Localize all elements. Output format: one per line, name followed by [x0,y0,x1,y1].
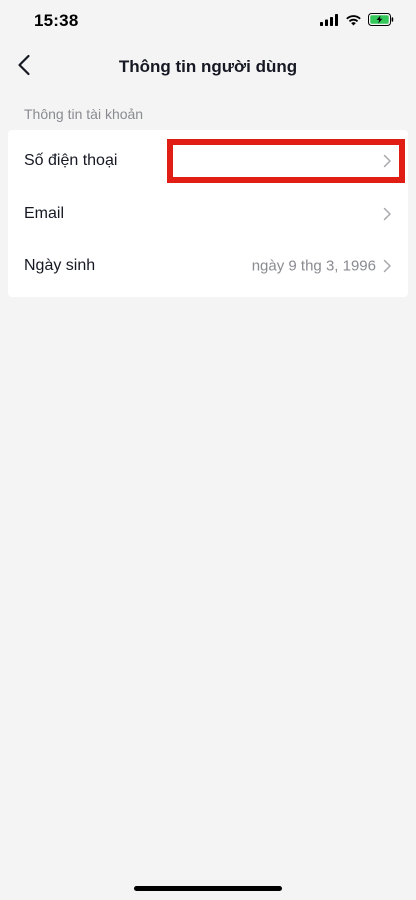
status-time: 15:38 [34,11,79,30]
home-indicator [134,886,282,891]
cellular-signal-icon [320,13,339,31]
status-icons [320,13,394,31]
row-value: ngày 9 thg 3, 1996 [251,257,376,275]
row-label: Email [24,205,65,222]
chevron-right-icon [383,259,392,273]
row-phone-number[interactable]: Số điện thoại [8,135,408,187]
chevron-right-icon [383,207,392,221]
chevron-right-icon [383,154,392,168]
account-info-card: Số điện thoại Email Ngày sinh ngày 9 thg… [8,130,408,297]
row-birthday[interactable]: Ngày sinh ngày 9 thg 3, 1996 [8,240,408,292]
row-label: Ngày sinh [24,257,96,274]
page-title: Thông tin người dùng [118,57,298,76]
nav-bar: Thông tin người dùng [0,44,416,90]
wifi-icon [345,13,362,31]
row-email[interactable]: Email [8,188,408,240]
row-label: Số điện thoại [24,152,118,169]
battery-charging-icon [368,13,394,31]
section-header: Thông tin tài khoản [24,106,144,122]
status-bar: 15:38 [0,0,416,44]
